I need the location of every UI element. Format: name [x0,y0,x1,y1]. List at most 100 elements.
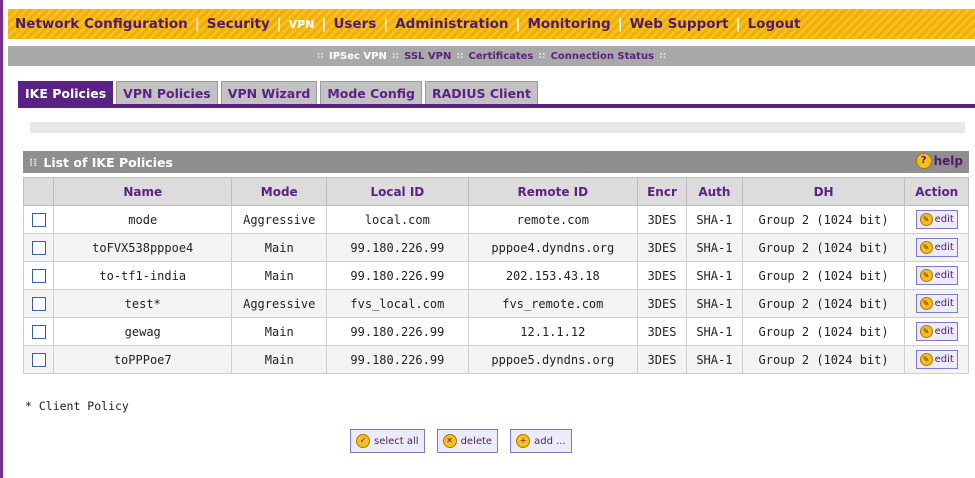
subnav-certificates[interactable]: Certificates [469,51,534,62]
row-checkbox[interactable] [31,212,46,227]
row-checkbox[interactable] [31,324,46,339]
header-remote-id: Remote ID [467,177,638,206]
subnav-dots: :: [316,51,324,61]
top-navigation: Network Configuration | Security | VPN |… [8,9,975,39]
delete-button[interactable]: ✕ delete [436,429,499,453]
row-select-cell [22,261,55,290]
cell-action: ✎ edit [904,345,969,374]
row-checkbox[interactable] [31,240,46,255]
cell-action: ✎ edit [904,317,969,346]
edit-button[interactable]: ✎ edit [915,294,958,313]
cell-dh: Group 2 (1024 bit) [741,261,906,290]
nav-web-support[interactable]: Web Support [623,16,736,32]
subnav-dots: :: [456,51,464,61]
cell-local-id: 99.180.226.99 [326,261,469,290]
row-checkbox[interactable] [31,268,46,283]
edit-button[interactable]: ✎ edit [915,350,958,369]
subnav-ssl-vpn[interactable]: SSL VPN [404,51,451,62]
cell-mode: Main [231,317,328,346]
ike-policies-table: Name Mode Local ID Remote ID Encr Auth D… [22,177,969,374]
tab-ike-policies[interactable]: IKE Policies [18,81,114,106]
edit-label: edit [934,298,954,309]
nav-logout[interactable]: Logout [741,16,808,32]
cell-auth: SHA-1 [686,345,743,374]
row-checkbox[interactable] [31,352,46,367]
header-select [22,177,55,206]
help-link[interactable]: ? help [915,153,963,169]
cell-local-id: local.com [326,205,469,234]
cell-auth: SHA-1 [686,233,743,262]
cell-remote-id: 202.153.43.18 [467,261,638,290]
panel-header: ⁞⁞ List of IKE Policies ? help [23,151,969,173]
row-select-cell [22,205,55,234]
edit-button[interactable]: ✎ edit [915,266,958,285]
check-icon: ✓ [356,434,370,448]
cell-dh: Group 2 (1024 bit) [741,289,906,318]
cell-dh: Group 2 (1024 bit) [741,233,906,262]
pencil-icon: ✎ [919,353,933,366]
nav-security[interactable]: Security [200,16,277,32]
cell-remote-id: pppoe4.dyndns.org [467,233,638,262]
nav-users[interactable]: Users [326,16,383,32]
table-row: mode Aggressive local.com remote.com 3DE… [22,205,969,234]
tab-vpn-policies[interactable]: VPN Policies [116,81,218,106]
nav-monitoring[interactable]: Monitoring [520,16,617,32]
header-encr: Encr [636,177,688,206]
left-frame-border [0,0,3,478]
header-dh: DH [741,177,906,206]
subnav-ipsec-vpn[interactable]: IPSec VPN [329,51,387,62]
cell-remote-id: remote.com [467,205,638,234]
panel-title: List of IKE Policies [43,154,173,170]
tab-bar: IKE Policies VPN Policies VPN Wizard Mod… [18,80,541,106]
edit-button[interactable]: ✎ edit [915,210,958,229]
cell-name: to-tf1-india [53,261,233,290]
cell-action: ✎ edit [904,289,969,318]
cell-auth: SHA-1 [686,289,743,318]
nav-administration[interactable]: Administration [388,16,515,32]
select-all-button[interactable]: ✓ select all [350,429,425,453]
pencil-icon: ✎ [919,269,933,282]
cell-name: gewag [53,317,233,346]
cell-action: ✎ edit [904,261,969,290]
edit-button[interactable]: ✎ edit [915,238,958,257]
cell-local-id: 99.180.226.99 [326,345,469,374]
pencil-icon: ✎ [919,241,933,254]
edit-button[interactable]: ✎ edit [915,322,958,341]
cell-encr: 3DES [636,289,688,318]
cell-name: mode [53,205,233,234]
cell-dh: Group 2 (1024 bit) [741,345,906,374]
cell-local-id: 99.180.226.99 [326,317,469,346]
help-icon: ? [915,153,932,169]
cell-mode: Main [231,261,328,290]
cell-name: toFVX538pppoe4 [53,233,233,262]
header-mode: Mode [231,177,328,206]
pencil-icon: ✎ [919,325,933,338]
cell-encr: 3DES [636,317,688,346]
table-row: test* Aggressive fvs_local.com fvs_remot… [22,289,969,318]
row-select-cell [22,289,55,318]
edit-label: edit [934,214,954,225]
tab-underline [18,104,975,108]
grip-icon: ⁞⁞ [29,155,38,169]
nav-vpn[interactable]: VPN [282,18,322,31]
tab-vpn-wizard[interactable]: VPN Wizard [220,81,318,106]
pencil-icon: ✎ [919,297,933,310]
cell-dh: Group 2 (1024 bit) [741,205,906,234]
add-button[interactable]: + add ... [510,429,572,453]
select-all-label: select all [374,435,419,447]
nav-network-configuration[interactable]: Network Configuration [8,16,195,32]
tab-radius-client[interactable]: RADIUS Client [425,81,538,106]
cell-mode: Aggressive [231,205,328,234]
cell-mode: Main [231,233,328,262]
cell-name: test* [53,289,233,318]
row-checkbox[interactable] [31,296,46,311]
help-label: help [933,154,963,168]
pencil-icon: ✎ [919,213,933,226]
cell-auth: SHA-1 [686,205,743,234]
table-header-row: Name Mode Local ID Remote ID Encr Auth D… [22,177,969,206]
edit-label: edit [934,242,954,253]
cell-encr: 3DES [636,345,688,374]
tab-mode-config[interactable]: Mode Config [320,81,422,106]
subnav-connection-status[interactable]: Connection Status [551,51,654,62]
cell-mode: Main [231,345,328,374]
